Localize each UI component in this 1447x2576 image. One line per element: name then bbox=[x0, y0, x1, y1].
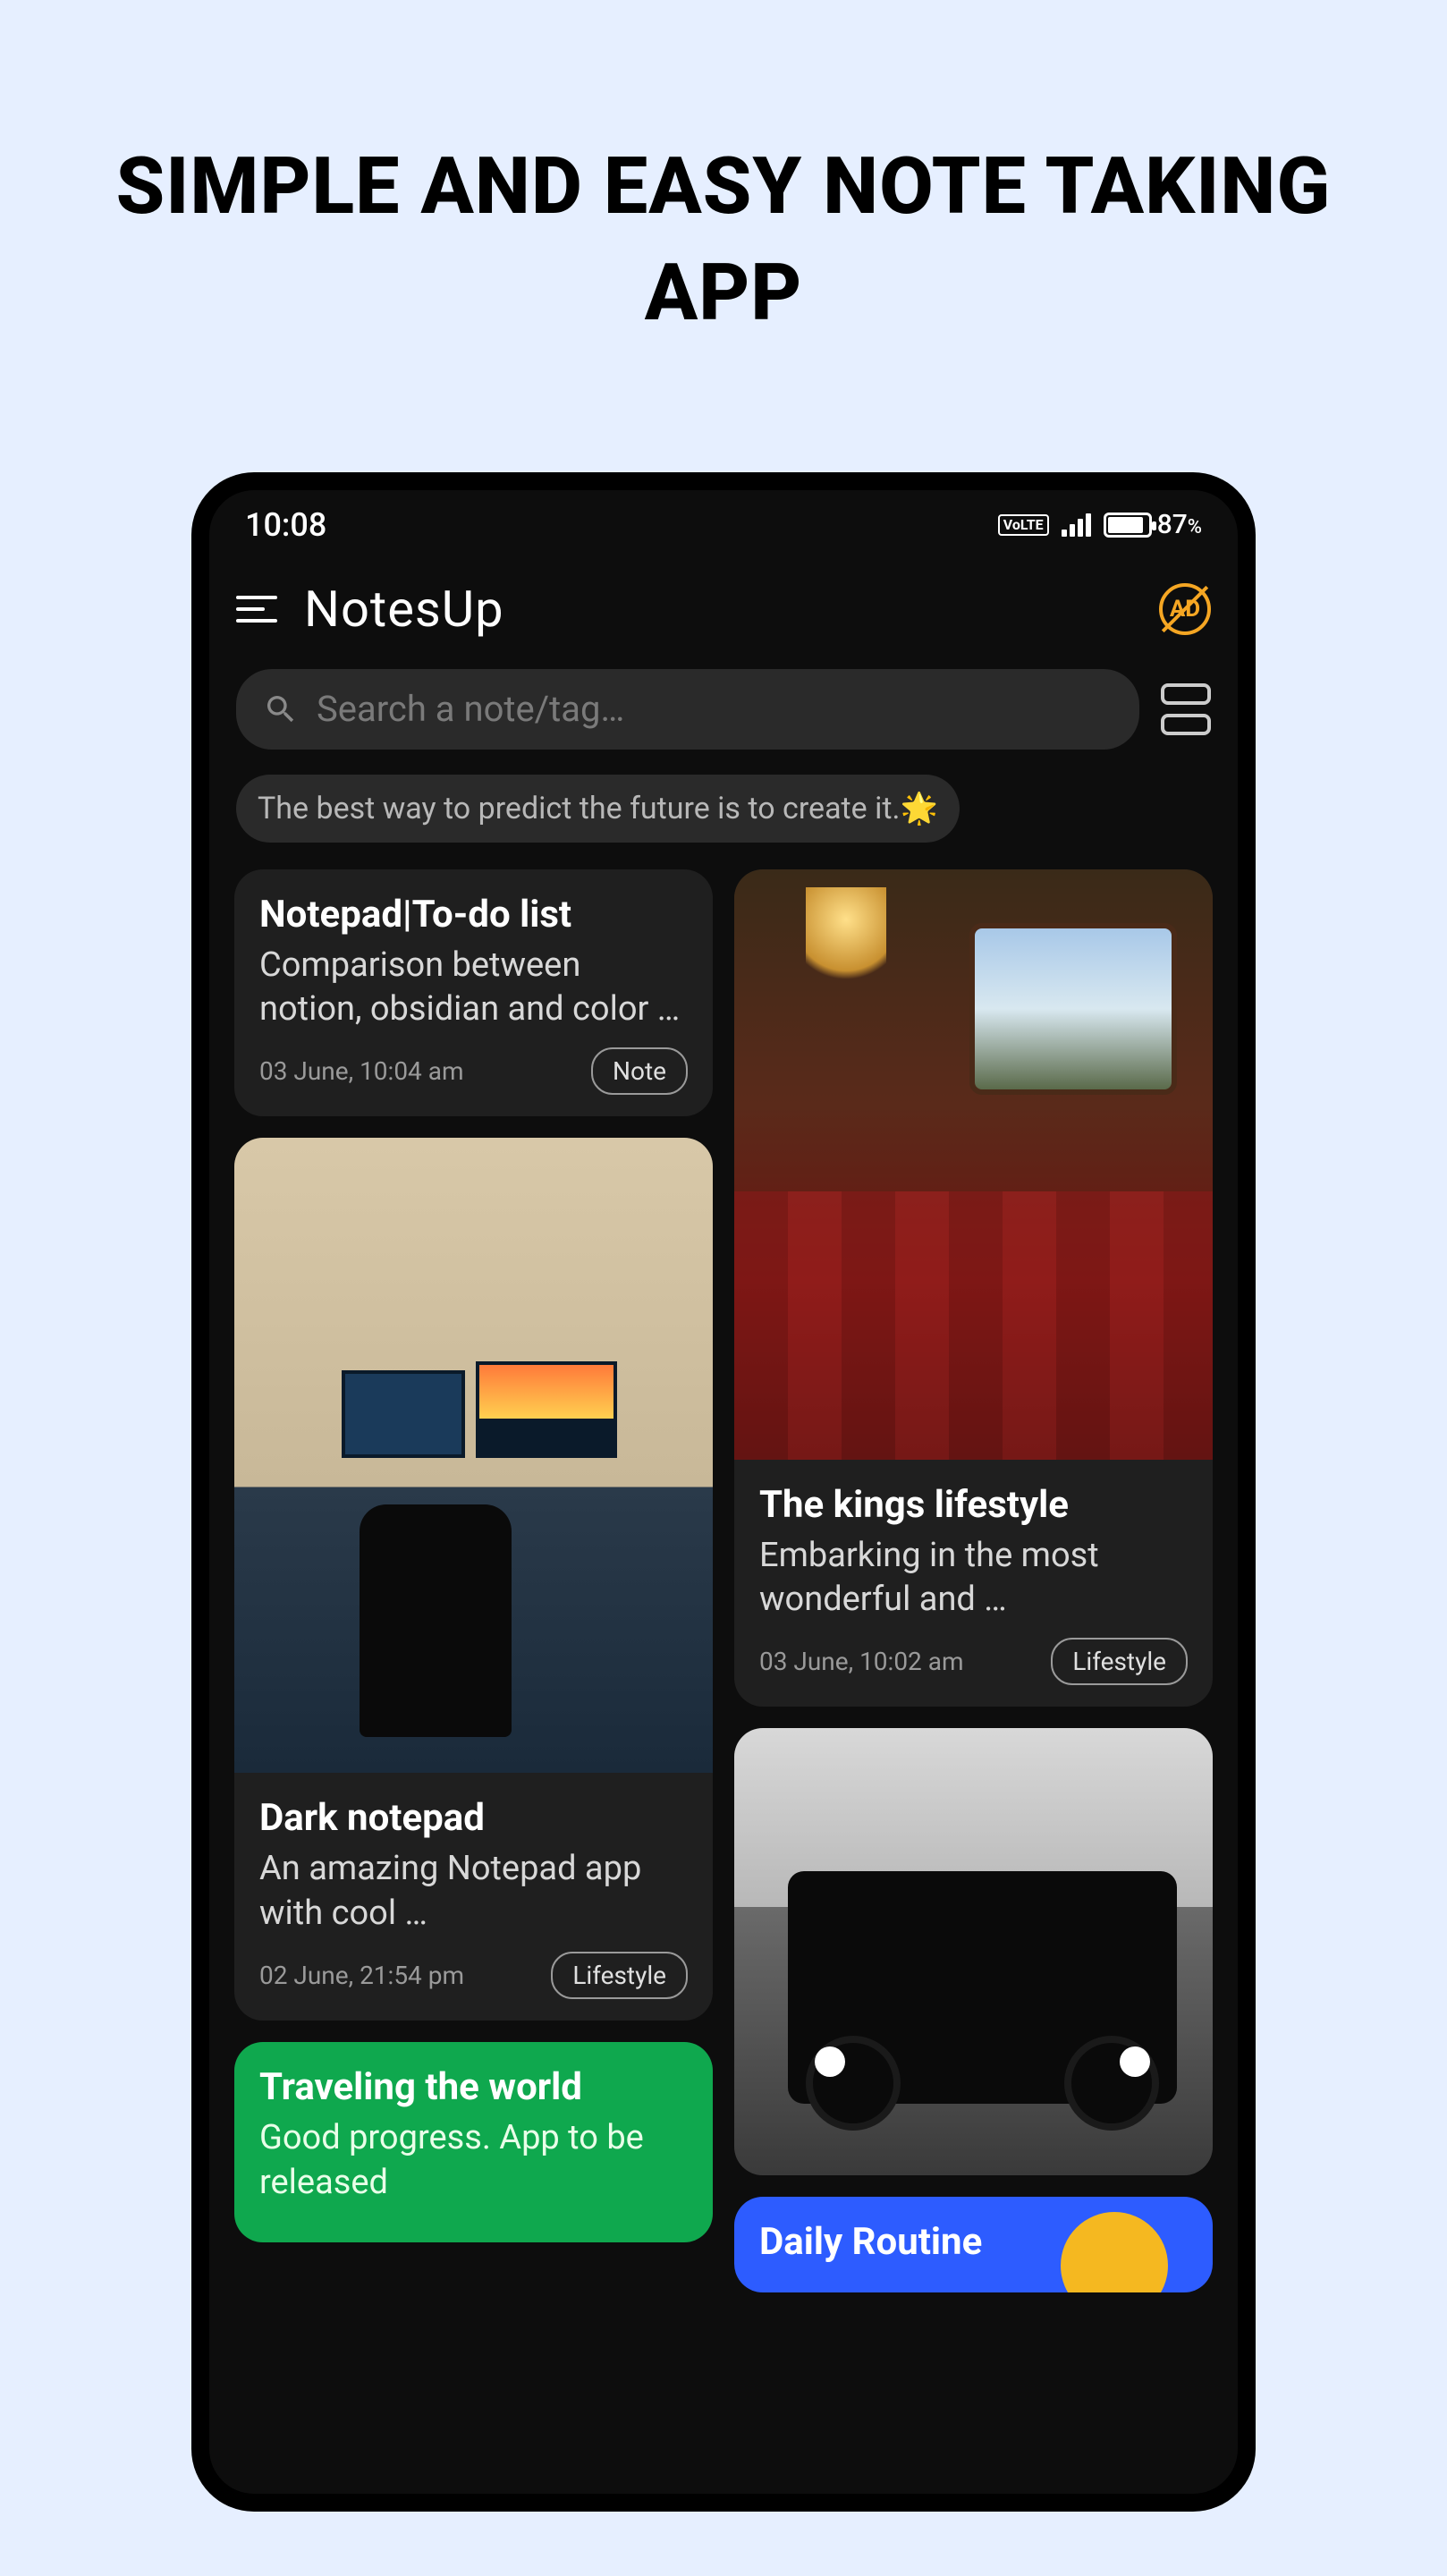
ad-label: AD bbox=[1170, 596, 1200, 623]
note-card-notepad-todo[interactable]: Notepad|To-do list Comparison between no… bbox=[234, 869, 713, 1117]
note-card-daily-routine[interactable]: Daily Routine bbox=[734, 2197, 1213, 2292]
battery-pct-value: 87 bbox=[1157, 509, 1188, 540]
status-right: VoLTE 87% bbox=[998, 509, 1202, 540]
search-input[interactable]: Search a note/tag… bbox=[236, 669, 1139, 750]
note-title: Dark notepad bbox=[259, 1796, 688, 1840]
note-time: 02 June, 21:54 pm bbox=[259, 1961, 464, 1990]
note-desc: Embarking in the most wonderful and … bbox=[759, 1534, 1188, 1623]
app-bar: NotesUp AD bbox=[209, 553, 1238, 648]
note-thumbnail bbox=[734, 1728, 1213, 2175]
battery-icon: 87% bbox=[1104, 509, 1202, 540]
note-desc: An amazing Notepad app with cool … bbox=[259, 1847, 688, 1936]
page-headline: SIMPLE AND EASY NOTE TAKING APP bbox=[0, 0, 1447, 347]
note-desc: Comparison between notion, obsidian and … bbox=[259, 944, 688, 1032]
note-desc: Good progress. App to be released bbox=[259, 2116, 688, 2205]
remove-ads-icon[interactable]: AD bbox=[1159, 583, 1211, 635]
note-card-traveling[interactable]: Traveling the world Good progress. App t… bbox=[234, 2042, 713, 2242]
phone-frame: 10:08 VoLTE 87% NotesUp AD Search a note… bbox=[191, 472, 1256, 2512]
note-title: Traveling the world bbox=[259, 2065, 688, 2109]
note-card-kings-lifestyle[interactable]: The kings lifestyle Embarking in the mos… bbox=[734, 869, 1213, 1707]
note-card-daily-routine-thumb[interactable] bbox=[734, 1728, 1213, 2175]
signal-icon bbox=[1062, 513, 1091, 537]
note-tag[interactable]: Lifestyle bbox=[1051, 1638, 1188, 1685]
battery-pct-suffix: % bbox=[1188, 516, 1202, 538]
status-time: 10:08 bbox=[245, 506, 326, 544]
note-time: 03 June, 10:02 am bbox=[759, 1647, 964, 1676]
note-title: Notepad|To-do list bbox=[259, 893, 688, 936]
status-bar: 10:08 VoLTE 87% bbox=[209, 490, 1238, 553]
search-icon bbox=[263, 691, 299, 727]
masonry-col-left: Notepad|To-do list Comparison between no… bbox=[234, 869, 713, 2485]
phone-screen: 10:08 VoLTE 87% NotesUp AD Search a note… bbox=[209, 490, 1238, 2494]
note-tag[interactable]: Note bbox=[591, 1047, 688, 1095]
note-tag[interactable]: Lifestyle bbox=[551, 1952, 688, 1999]
quote-pill: The best way to predict the future is to… bbox=[236, 775, 960, 843]
notes-masonry: Notepad|To-do list Comparison between no… bbox=[209, 860, 1238, 2494]
note-thumbnail bbox=[234, 1138, 713, 1773]
note-time: 03 June, 10:04 am bbox=[259, 1056, 464, 1086]
volte-badge: VoLTE bbox=[998, 514, 1049, 536]
masonry-col-right: The kings lifestyle Embarking in the mos… bbox=[734, 869, 1213, 2485]
note-card-dark-notepad[interactable]: Dark notepad An amazing Notepad app with… bbox=[234, 1138, 713, 2021]
search-placeholder: Search a note/tag… bbox=[317, 688, 624, 730]
layout-toggle-icon[interactable] bbox=[1161, 683, 1211, 735]
note-title: The kings lifestyle bbox=[759, 1483, 1188, 1527]
menu-icon[interactable] bbox=[236, 596, 277, 623]
app-title: NotesUp bbox=[304, 580, 504, 639]
note-thumbnail bbox=[734, 869, 1213, 1460]
